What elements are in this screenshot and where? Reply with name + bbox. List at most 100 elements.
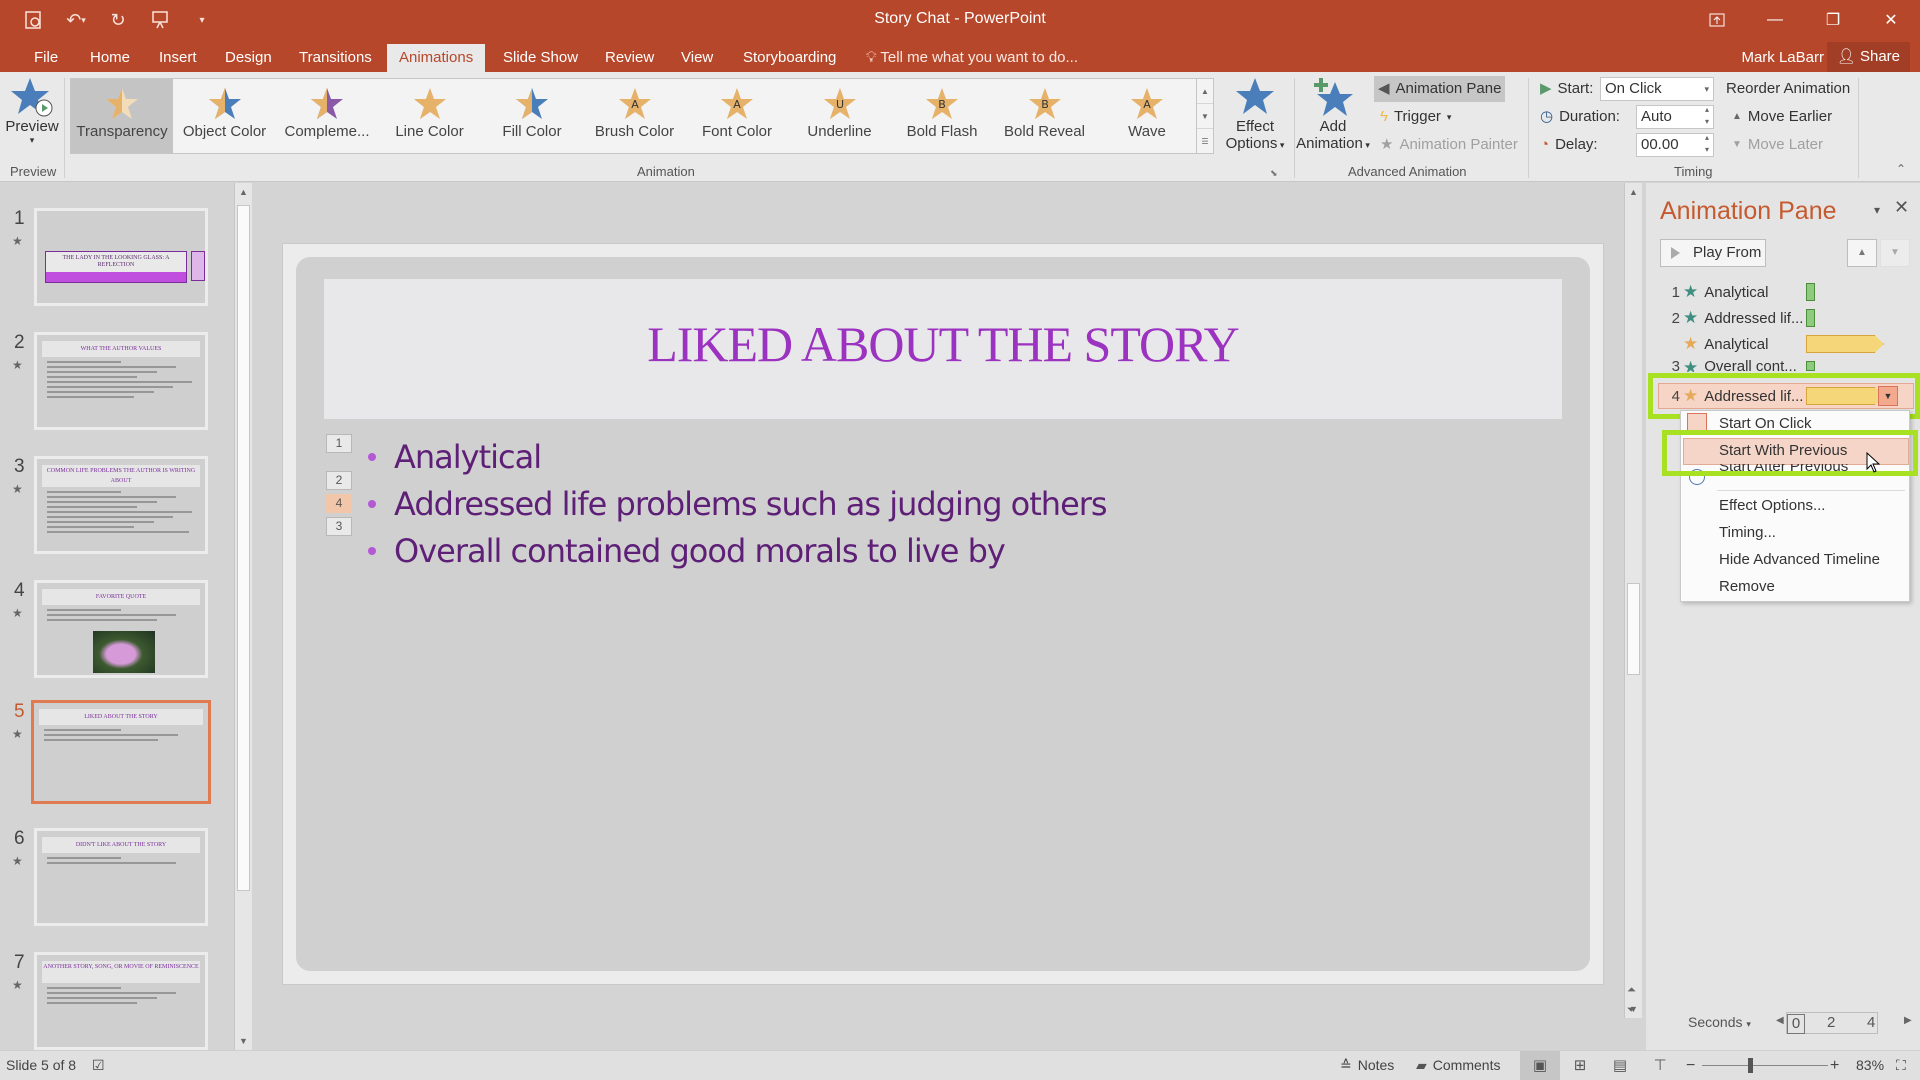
animation-pane-button[interactable]: ◀ Animation Pane (1374, 76, 1506, 102)
editor-scroll-up-icon[interactable]: ▲ (1625, 183, 1642, 201)
thumbnail-scrollbar[interactable]: ▲ ▼ (234, 183, 252, 1050)
animation-tag-selected[interactable]: 4 (326, 494, 352, 513)
start-dropdown[interactable]: On Click ▾ (1600, 77, 1714, 101)
content-placeholder[interactable]: Analytical Addressed life problems such … (368, 433, 1108, 574)
tab-file[interactable]: File (22, 44, 70, 72)
menu-remove[interactable]: Remove (1719, 574, 1775, 600)
animation-tag[interactable]: 1 (326, 434, 352, 453)
scroll-up-icon[interactable]: ▲ (235, 183, 252, 201)
timeline-bar[interactable] (1806, 283, 1815, 301)
gallery-scroll-down-icon[interactable]: ▼ (1197, 104, 1213, 129)
collapse-ribbon-icon[interactable]: ⌃ (1896, 162, 1906, 176)
tab-transitions[interactable]: Transitions (287, 44, 384, 72)
gallery-item-bold-flash[interactable]: B Bold Flash (891, 79, 993, 153)
slide-thumbnail[interactable]: COMMON LIFE PROBLEMS THE AUTHOR IS WRITI… (34, 456, 208, 554)
menu-effect-options[interactable]: Effect Options... (1719, 493, 1825, 519)
user-name[interactable]: Mark LaBarr (1741, 44, 1824, 72)
gallery-item-fill-color[interactable]: Fill Color (481, 79, 583, 153)
title-placeholder[interactable]: LIKED ABOUT THE STORY (324, 279, 1562, 419)
editor-scroll-thumb[interactable] (1627, 583, 1640, 675)
preview-button[interactable]: Preview ▾ (4, 76, 60, 146)
previous-slide-icon[interactable]: ⏶ (1627, 984, 1636, 997)
restore-icon[interactable]: ❐ (1804, 0, 1862, 40)
slide-thumbnail[interactable]: DIDN'T LIKE ABOUT THE STORY (34, 828, 208, 926)
thumbnail-scroll-thumb[interactable] (237, 205, 250, 891)
add-animation-button[interactable]: Add Animation ▾ (1296, 76, 1370, 152)
tab-slide-show[interactable]: Slide Show (491, 44, 590, 72)
gallery-item-compleme[interactable]: Compleme... (276, 79, 378, 153)
slide-thumbnail[interactable]: THE LADY IN THE LOOKING GLASS: A REFLECT… (34, 208, 208, 306)
slide-thumbnail[interactable]: WHAT THE AUTHOR VALUES (34, 332, 208, 430)
tab-review[interactable]: Review (593, 44, 666, 72)
zoom-slider[interactable] (1702, 1065, 1828, 1066)
gallery-item-underline[interactable]: U Underline (789, 79, 891, 153)
ribbon-display-options-icon[interactable] (1688, 0, 1746, 40)
animation-dialog-launcher-icon[interactable]: ⬊ (1270, 168, 1278, 179)
seconds-dropdown[interactable]: Seconds ▾ (1688, 1014, 1751, 1030)
close-pane-icon[interactable]: ✕ (1894, 197, 1909, 218)
editor-scrollbar[interactable]: ▲ ▼ (1624, 183, 1642, 1018)
animation-item[interactable]: ★ Analytical (1668, 332, 1804, 356)
timeline-left-icon[interactable]: ◀ (1776, 1015, 1784, 1026)
move-later-button[interactable]: ▼ Move Later (1728, 132, 1827, 158)
gallery-item-line-color[interactable]: Line Color (379, 79, 481, 153)
menu-timing[interactable]: Timing... (1719, 520, 1776, 546)
tell-me-search[interactable]: 💡︎ Tell me what you want to do... (866, 44, 1078, 72)
animation-tag[interactable]: 3 (326, 517, 352, 536)
close-icon[interactable]: ✕ (1862, 0, 1920, 40)
gallery-item-font-color[interactable]: A Font Color (686, 79, 788, 153)
gallery-scrollbar[interactable]: ▲ ▼ ☰ (1196, 78, 1214, 154)
move-earlier-button[interactable]: ▲ Move Earlier (1728, 104, 1836, 130)
next-slide-icon[interactable]: ⏷ (1627, 1004, 1636, 1017)
animation-item[interactable]: 1 ★ Analytical (1668, 280, 1804, 304)
gallery-item-object-color[interactable]: Object Color (174, 79, 276, 153)
slide-thumbnail[interactable]: FAVORITE QUOTE (34, 580, 208, 678)
normal-view-icon[interactable]: ▣ (1520, 1051, 1560, 1080)
slide-show-icon[interactable]: ⊤ (1640, 1051, 1680, 1080)
scroll-down-icon[interactable]: ▼ (235, 1032, 252, 1050)
tab-view[interactable]: View (669, 44, 725, 72)
minimize-icon[interactable]: — (1746, 0, 1804, 40)
share-button[interactable]: 👤︎ Share (1826, 42, 1910, 72)
comments-button[interactable]: ▰ Comments (1416, 1051, 1500, 1080)
gallery-item-wave[interactable]: A Wave (1096, 79, 1198, 153)
timeline-ruler[interactable]: 0 2 4 (1786, 1012, 1878, 1034)
trigger-button[interactable]: ϟ Trigger ▾ (1376, 104, 1455, 130)
slide-thumbnail[interactable]: LIKED ABOUT THE STORY (31, 700, 211, 804)
timeline-right-icon[interactable]: ▶ (1904, 1015, 1912, 1026)
spell-check-icon[interactable]: ☑ (92, 1051, 105, 1080)
tab-design[interactable]: Design (213, 44, 284, 72)
animation-tag[interactable]: 2 (326, 471, 352, 490)
notes-button[interactable]: ≙ Notes (1340, 1051, 1394, 1080)
reading-view-icon[interactable]: ▤ (1600, 1051, 1640, 1080)
tab-insert[interactable]: Insert (147, 44, 209, 72)
gallery-item-brush-color[interactable]: A Brush Color (584, 79, 686, 153)
tab-home[interactable]: Home (78, 44, 142, 72)
tab-storyboarding[interactable]: Storyboarding (731, 44, 848, 72)
animation-painter-button[interactable]: ★ Animation Painter (1376, 132, 1522, 158)
effect-options-button[interactable]: Effect Options ▾ (1220, 76, 1290, 152)
animation-item[interactable]: 3 ★ Overall cont... (1668, 358, 1804, 372)
zoom-in-icon[interactable]: + (1830, 1051, 1839, 1080)
gallery-scroll-up-icon[interactable]: ▲ (1197, 79, 1213, 104)
zoom-out-icon[interactable]: − (1686, 1051, 1695, 1080)
timeline-bar[interactable] (1806, 361, 1815, 371)
timeline-bar[interactable] (1806, 309, 1815, 327)
zoom-slider-thumb[interactable] (1748, 1058, 1753, 1073)
move-down-button[interactable]: ▼ (1880, 239, 1910, 267)
play-from-button[interactable]: Play From (1660, 239, 1766, 267)
fit-to-window-icon[interactable]: ⛶ (1896, 1051, 1906, 1080)
menu-hide-advanced-timeline[interactable]: Hide Advanced Timeline (1719, 547, 1880, 573)
pane-options-icon[interactable]: ▾ (1874, 203, 1880, 217)
zoom-level[interactable]: 83% (1856, 1051, 1884, 1080)
animation-item[interactable]: 2 ★ Addressed lif... (1668, 306, 1804, 330)
duration-spinner[interactable]: Auto ▴ ▾ (1636, 105, 1714, 129)
gallery-item-transparency[interactable]: Transparency (71, 79, 173, 153)
slide-thumbnail[interactable]: ANOTHER STORY, SONG, OR MOVIE OF REMINIS… (34, 952, 208, 1050)
delay-spinner[interactable]: 00.00 ▴ ▾ (1636, 133, 1714, 157)
gallery-item-bold-reveal[interactable]: B Bold Reveal (994, 79, 1096, 153)
move-up-button[interactable]: ▲ (1847, 239, 1877, 267)
tab-animations[interactable]: Animations (387, 44, 486, 72)
timeline-bar[interactable] (1806, 335, 1884, 353)
slide-sorter-icon[interactable]: ⊞ (1560, 1051, 1600, 1080)
